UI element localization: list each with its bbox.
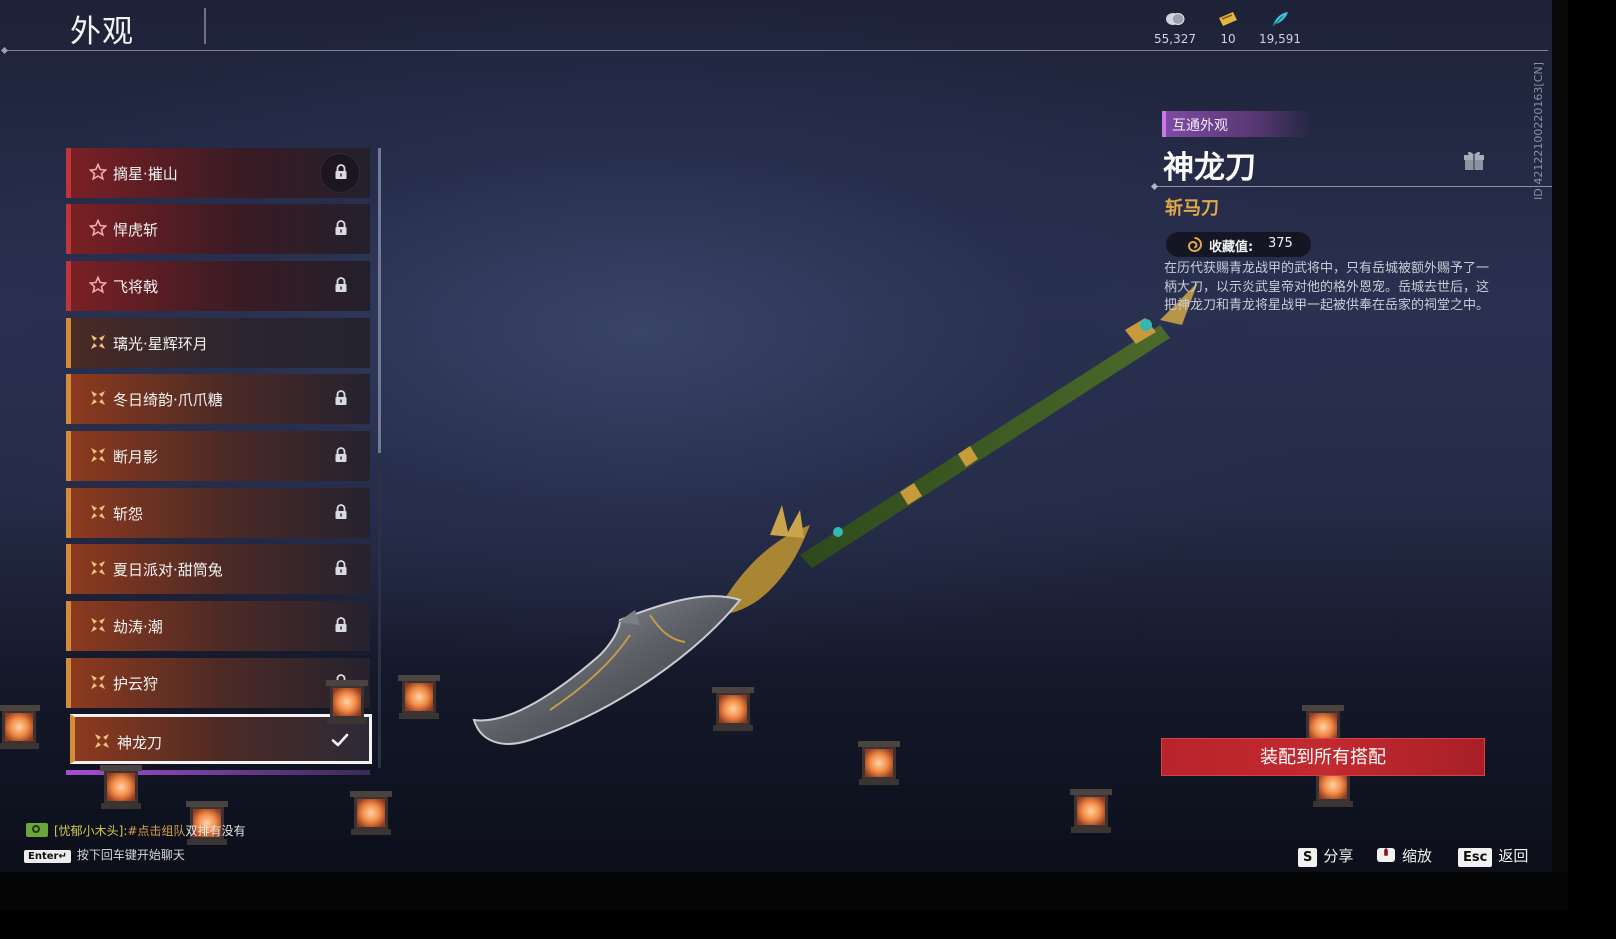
skin-list-item[interactable]: 斩怨 [66,488,370,538]
quatrefoil-icon [91,561,105,575]
chat-username: [忧郁小木头]: [54,824,128,838]
skin-list-item-label: 摘星·摧山 [113,165,178,183]
currency-feather-value: 19,591 [1259,32,1301,46]
skin-list-item[interactable]: 夏日派对·甜筒兔 [66,544,370,594]
skin-list-item-label: 璃光·星辉环月 [113,335,208,353]
back-label: 返回 [1498,847,1529,865]
detail-divider-line [1154,186,1552,187]
skin-list-item[interactable]: 悍虎斩 [66,204,370,254]
currency-ticket-value: 10 [1220,32,1236,46]
page-title: 外观 [70,14,134,50]
ticket-icon [1219,12,1237,26]
share-label: 分享 [1323,847,1354,865]
skin-list-item-label: 悍虎斩 [113,221,159,239]
lantern-decoration [1070,789,1112,833]
lock-icon [335,220,347,235]
lock-icon [335,560,347,575]
s-key-badge: S [1298,848,1318,867]
star-outline-icon [89,276,107,294]
window-edge [1552,0,1568,872]
equip-all-outfits-button[interactable]: 装配到所有搭配 [1161,738,1485,776]
zoom-label: 缩放 [1402,847,1433,865]
lock-icon [335,277,347,292]
quatrefoil-icon [91,618,105,632]
skin-list-item-label: 斩怨 [113,505,144,523]
checkmark-icon [331,733,349,747]
weapon-model-render[interactable] [470,270,1230,780]
mouse-icon [1377,848,1395,862]
skin-list-item-label: 断月影 [113,448,159,466]
skin-list-item[interactable]: 断月影 [66,431,370,481]
chat-message[interactable]: [忧郁小木头]:#点击组队双排有没有 [26,822,246,839]
zoom-control[interactable]: 缩放 [1376,845,1432,866]
skin-list-item[interactable]: 璃光·星辉环月 [66,318,370,368]
quatrefoil-icon [91,448,105,462]
lantern-decoration [326,680,368,724]
feather-icon [1272,12,1288,27]
player-id-text: ID:42122100220163[CN] [1532,62,1545,200]
chat-hint-text: 按下回车键开始聊天 [76,848,185,862]
team-channel-icon [26,823,48,837]
bottom-black-bar [0,872,1568,911]
currency-feather: 19,591 [1250,10,1310,46]
lock-icon [335,504,347,519]
skin-list-item-label: 飞将戟 [113,278,159,296]
share-control[interactable]: S 分享 [1298,845,1353,867]
weapon-type: 斩马刀 [1165,198,1219,219]
weapon-name: 神龙刀 [1163,150,1256,186]
lantern-decoration [858,741,900,785]
weapon-description: 在历代获赐青龙战甲的武将中，只有岳城被额外赐予了一柄大刀，以示炎武皇帝对他的格外… [1164,261,1490,313]
lantern-decoration [398,675,440,719]
skin-list-item[interactable]: 飞将戟 [66,261,370,311]
divider-dot [0,46,9,55]
chat-text: 双排有没有 [185,824,246,838]
title-divider [204,8,206,44]
star-outline-icon [89,219,107,237]
lock-icon [335,617,347,632]
header-divider-line [6,50,1548,51]
currency-silver-value: 55,327 [1154,32,1196,46]
lantern-decoration [0,705,40,749]
shared-appearance-tag: 互通外观 [1162,111,1312,137]
currency-ticket: 10 [1198,10,1258,46]
lock-icon [335,164,347,179]
lock-icon [335,447,347,462]
lantern-decoration [712,687,754,731]
quatrefoil-icon [91,505,105,519]
skin-list-item-label: 护云狩 [113,675,159,693]
divider-dot [1150,182,1159,191]
lantern-decoration [100,765,142,809]
currency-silver: 55,327 [1145,10,1205,46]
skin-list-item-label: 劫涛·潮 [113,618,163,636]
collection-spiral-icon [1187,237,1203,253]
quatrefoil-icon [91,335,105,349]
back-control[interactable]: Esc 返回 [1458,845,1528,867]
star-outline-icon [89,163,107,181]
skin-list-item-label: 夏日派对·甜筒兔 [113,561,223,579]
gift-icon[interactable] [1463,150,1485,172]
lantern-decoration [350,791,392,835]
quatrefoil-icon [91,391,105,405]
quatrefoil-icon [91,675,105,689]
collection-value: 375 [1268,236,1293,251]
enter-key-badge: Enter↵ [24,850,71,863]
skin-list-item[interactable]: 劫涛·潮 [66,601,370,651]
collection-label: 收藏值: [1209,240,1254,255]
silver-coin-icon [1166,13,1185,25]
list-scrollbar-thumb[interactable] [378,148,381,453]
esc-key-badge: Esc [1458,848,1493,867]
quatrefoil-icon [95,734,109,748]
skin-list-item[interactable]: 摘星·摧山 [66,148,370,198]
scene-background: 外观 55,327 10 19,591 ID:42122100220163[CN… [0,0,1552,872]
skin-list-item-label: 冬日绮韵·爪爪糖 [113,391,223,409]
lock-icon [335,390,347,405]
skin-list-item-label: 神龙刀 [117,734,163,752]
chat-enter-hint[interactable]: Enter↵ 按下回车键开始聊天 [24,846,185,863]
skin-list-item[interactable]: 护云狩 [66,658,370,708]
skin-list-item[interactable]: 冬日绮韵·爪爪糖 [66,374,370,424]
chat-team-link[interactable]: #点击组队 [127,824,185,838]
